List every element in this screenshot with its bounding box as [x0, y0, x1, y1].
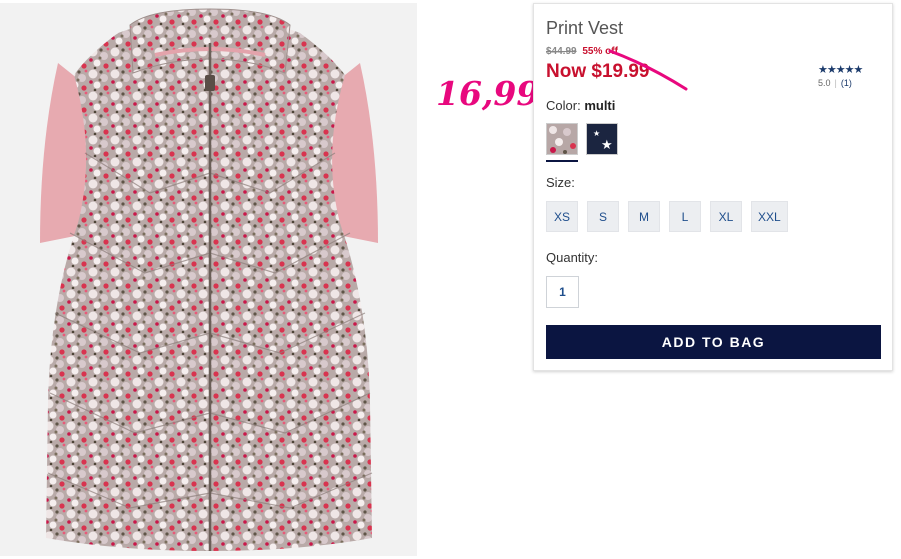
product-image — [0, 3, 417, 556]
selected-swatch-indicator — [546, 160, 578, 162]
color-swatch-navy-star[interactable]: ★ ★ — [586, 123, 618, 155]
size-label: Size: — [546, 175, 575, 190]
size-button-l[interactable]: L — [669, 201, 701, 232]
quantity-label: Quantity: — [546, 250, 599, 265]
size-button-xl[interactable]: XL — [710, 201, 742, 232]
size-button-s[interactable]: S — [587, 201, 619, 232]
add-to-bag-button[interactable]: ADD TO BAG — [546, 325, 881, 359]
color-label: Color: multi — [546, 98, 615, 113]
price-annotation: 16,99 — [436, 74, 540, 113]
rating-score: 5.0 — [818, 78, 831, 88]
svg-text:★: ★ — [593, 129, 600, 138]
size-selector: XS S M L XL XXL — [546, 201, 788, 232]
star-rating-icon: ★★★★★ — [818, 64, 863, 76]
svg-text:★: ★ — [601, 138, 613, 153]
color-swatch-multi[interactable] — [546, 123, 578, 155]
rating-summary: 5.0 | (1) — [818, 78, 862, 88]
size-button-m[interactable]: M — [628, 201, 660, 232]
original-price: $44.99 — [546, 46, 577, 57]
rating-divider: | — [834, 78, 837, 88]
color-label-text: Color: — [546, 98, 581, 113]
size-button-xxl[interactable]: XXL — [751, 201, 788, 232]
size-button-xs[interactable]: XS — [546, 201, 578, 232]
handwritten-strike-mark — [608, 49, 688, 91]
product-panel: Print Vest $44.99 55% off Now $19.99 ★★★… — [533, 3, 893, 371]
review-count[interactable]: (1) — [841, 78, 852, 88]
quantity-input[interactable]: 1 — [546, 276, 579, 308]
selected-color: multi — [584, 98, 616, 113]
rating-widget[interactable]: ★★★★★ 5.0 | (1) — [818, 63, 863, 88]
product-title: Print Vest — [546, 18, 624, 38]
